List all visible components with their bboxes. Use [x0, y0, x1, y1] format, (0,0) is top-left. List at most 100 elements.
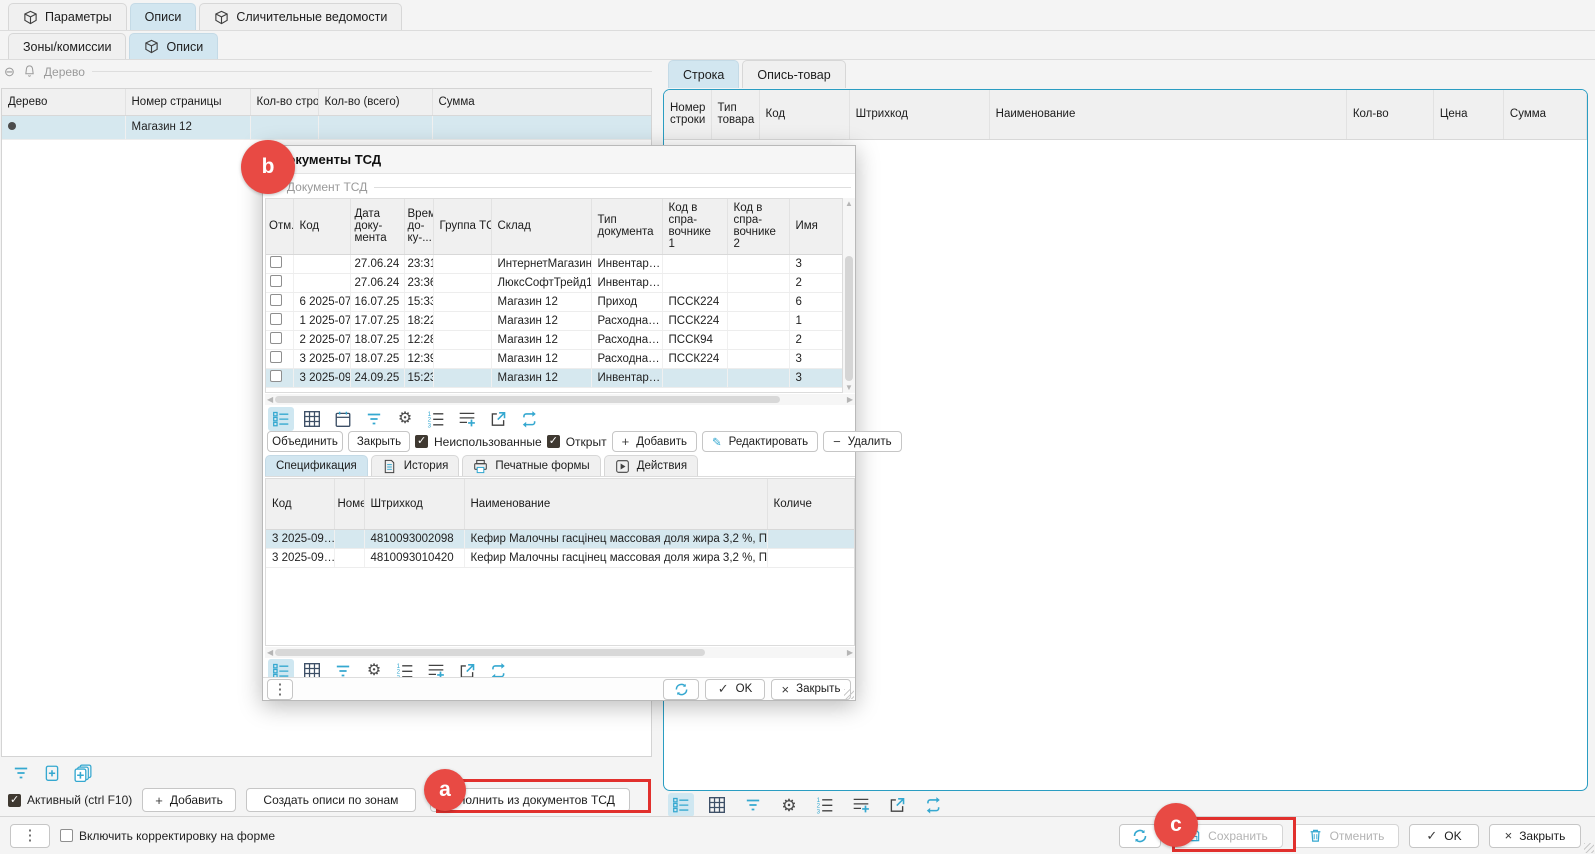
row-checkbox[interactable] — [270, 256, 282, 268]
dialog-table-vertical-scrollbar[interactable]: ▲▼ — [843, 198, 855, 393]
col-page-number[interactable]: Номер страницы — [125, 89, 250, 115]
settings-gear-icon[interactable]: ⚙ — [776, 793, 802, 817]
filter-icon[interactable] — [8, 761, 34, 785]
tab-specification[interactable]: Спецификация — [265, 455, 368, 476]
close-docs-button[interactable]: Закрыть — [348, 431, 410, 452]
tsd-document-row[interactable]: 3 2025-07…18.07.2512:39 Магазин 12Расход… — [266, 349, 842, 368]
row-checkbox[interactable] — [270, 294, 282, 306]
active-checkbox[interactable]: Активный (ctrl F10) — [8, 793, 132, 807]
tsd-document-row[interactable]: 27.06.2423:36 ЛюксСофтТрейд1Инвентар… 2 — [266, 273, 842, 292]
tab-zones[interactable]: Зоны/комиссии — [8, 33, 126, 59]
dialog-close-button[interactable]: ×Закрыть — [771, 679, 851, 700]
add-documents-icon[interactable] — [70, 761, 96, 785]
row-checkbox[interactable] — [270, 370, 282, 382]
tab-history[interactable]: История — [371, 455, 460, 476]
col-ref2[interactable]: Код в спра- вочнике 2 — [727, 199, 789, 254]
col-sum[interactable]: Сумма — [432, 89, 651, 115]
filter-icon[interactable] — [361, 407, 387, 431]
numbered-list-icon[interactable] — [812, 793, 838, 817]
list-view-icon[interactable] — [668, 793, 694, 817]
grid-view-icon[interactable] — [299, 407, 325, 431]
open-external-icon[interactable] — [884, 793, 910, 817]
tab-opis-tovar[interactable]: Опись-товар — [742, 60, 845, 88]
tsd-document-row[interactable]: 3 2025-09…24.09.2515:23 Магазин 12Инвент… — [266, 368, 842, 387]
refresh-button[interactable] — [663, 679, 699, 700]
checkbox-checked-icon[interactable] — [415, 435, 428, 448]
col-sum[interactable]: Сумма — [1503, 90, 1586, 139]
refresh-icon[interactable] — [516, 407, 542, 431]
more-options-button[interactable]: ⋮ — [10, 824, 50, 848]
col-tsd-group[interactable]: Группа ТСД — [433, 199, 491, 254]
col-doc-date[interactable]: Дата доку- мента — [350, 199, 404, 254]
col-tree[interactable]: Дерево — [2, 89, 125, 115]
col-doc-type[interactable]: Тип документа — [591, 199, 662, 254]
col-code[interactable]: Код — [759, 90, 849, 139]
tab-print-forms[interactable]: Печатные формы — [462, 455, 600, 476]
settings-gear-icon[interactable]: ⚙ — [392, 407, 418, 431]
unused-checkbox[interactable]: Неиспользованные — [415, 435, 542, 449]
dialog-title[interactable]: Документы ТСД — [263, 146, 855, 174]
open-checkbox[interactable]: Открыт — [547, 435, 607, 449]
list-view-icon[interactable] — [268, 407, 294, 431]
col-doc-time[interactable]: Врем до- ку-... — [404, 199, 433, 254]
tab-opisi[interactable]: Описи — [130, 3, 197, 30]
row-checkbox[interactable] — [270, 351, 282, 363]
ok-button[interactable]: ✓OK — [1409, 824, 1479, 848]
collapse-icon[interactable]: ⊖ — [4, 65, 15, 78]
specification-row[interactable]: 3 2025-09… 4810093002098Кефир Малочны га… — [266, 529, 855, 548]
delete-document-button[interactable]: −Удалить — [823, 431, 902, 452]
col-qty[interactable]: Количе — [767, 479, 855, 529]
col-total-count[interactable]: Кол-во (всего) — [318, 89, 432, 115]
checkbox-checked-icon[interactable] — [8, 794, 21, 807]
add-rows-icon[interactable] — [848, 793, 874, 817]
tsd-document-row[interactable]: 6 2025-07…16.07.2515:33 Магазин 12Приход… — [266, 292, 842, 311]
more-options-button[interactable]: ⋮ — [267, 679, 293, 700]
refresh-icon[interactable] — [920, 793, 946, 817]
col-item-type[interactable]: Тип товара — [711, 90, 759, 139]
col-price[interactable]: Цена — [1433, 90, 1503, 139]
open-external-icon[interactable] — [485, 407, 511, 431]
filter-icon[interactable] — [740, 793, 766, 817]
col-name[interactable]: Наименование — [989, 90, 1346, 139]
checkbox-unchecked-icon[interactable] — [60, 829, 73, 842]
edit-document-button[interactable]: ✎Редактировать — [702, 431, 818, 452]
tsd-document-row[interactable]: 27.06.2423:31 ИнтернетМагазинИнвентар… 3 — [266, 254, 842, 273]
col-qty[interactable]: Кол-во — [1346, 90, 1433, 139]
close-button[interactable]: ×Закрыть — [1489, 824, 1581, 848]
col-number[interactable]: Номер — [334, 479, 364, 529]
create-by-zones-button[interactable]: Создать описи по зонам — [246, 788, 416, 812]
col-warehouse[interactable]: Склад — [491, 199, 591, 254]
grid-view-icon[interactable] — [704, 793, 730, 817]
tree-table-row[interactable]: Магазин 12 — [2, 115, 651, 139]
bell-icon[interactable] — [22, 64, 37, 79]
tab-parameters[interactable]: Параметры — [8, 3, 127, 30]
row-checkbox[interactable] — [270, 313, 282, 325]
tab-vedomosti[interactable]: Сличительные ведомости — [199, 3, 402, 30]
merge-button[interactable]: Объединить — [267, 431, 343, 452]
col-ref1[interactable]: Код в спра- вочнике 1 — [662, 199, 727, 254]
add-document-icon[interactable] — [39, 761, 65, 785]
specification-row[interactable]: 3 2025-09… 4810093010420Кефир Малочны га… — [266, 548, 855, 567]
col-name[interactable]: Наименование — [464, 479, 767, 529]
specification-horizontal-scrollbar[interactable]: ◀▶ — [265, 647, 855, 658]
col-barcode[interactable]: Штрихкод — [849, 90, 989, 139]
row-checkbox[interactable] — [270, 275, 282, 287]
row-checkbox[interactable] — [270, 332, 282, 344]
dialog-ok-button[interactable]: ✓OK — [705, 679, 765, 700]
tab-actions[interactable]: Действия — [604, 455, 698, 476]
correction-checkbox[interactable]: Включить корректировку на форме — [60, 829, 275, 843]
col-row-number[interactable]: Номер строки — [664, 90, 711, 139]
add-button[interactable]: +Добавить — [142, 788, 236, 812]
add-rows-icon[interactable] — [454, 407, 480, 431]
tab-stroka[interactable]: Строка — [668, 60, 739, 88]
tsd-document-row[interactable]: 2 2025-07…18.07.2512:28 Магазин 12Расход… — [266, 330, 842, 349]
calendar-icon[interactable] — [330, 407, 356, 431]
col-barcode[interactable]: Штрихкод — [364, 479, 464, 529]
col-code[interactable]: Код — [266, 479, 334, 529]
numbered-list-icon[interactable] — [423, 407, 449, 431]
cancel-button[interactable]: Отменить — [1293, 824, 1399, 848]
checkbox-checked-icon[interactable] — [547, 435, 560, 448]
col-row-count[interactable]: Кол-во строк — [250, 89, 318, 115]
tsd-document-row[interactable]: 1 2025-07…17.07.2518:22 Магазин 12Расход… — [266, 311, 842, 330]
tab-opisi-sub[interactable]: Описи — [129, 33, 218, 59]
